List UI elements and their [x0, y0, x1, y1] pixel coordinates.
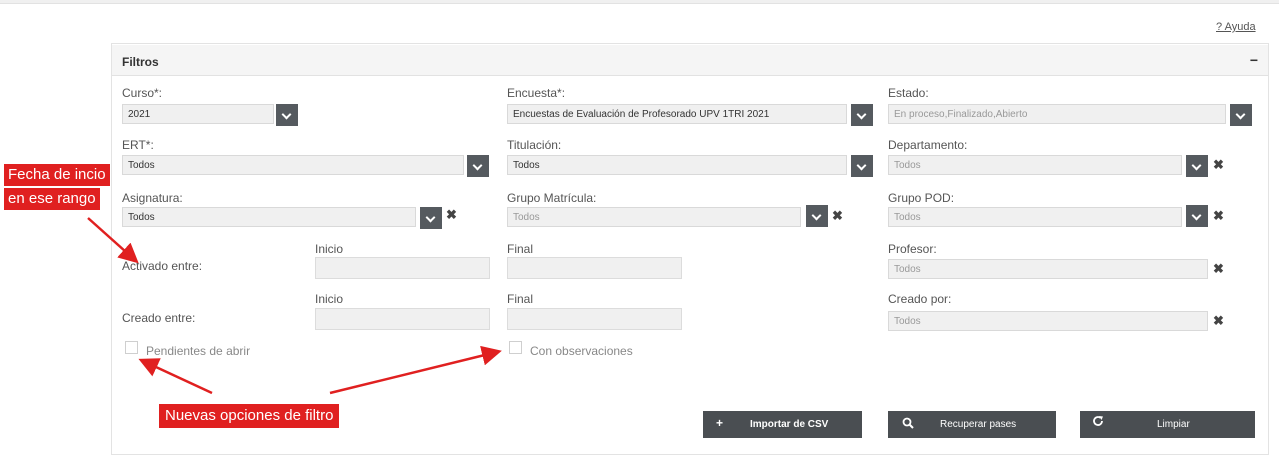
callout-fecha-line1: Fecha de incio [4, 164, 110, 186]
arrow-to-activado [87, 217, 139, 264]
arrow-to-pendientes [138, 358, 213, 395]
annotation-arrows [87, 217, 502, 395]
callout-nuevas-opciones: Nuevas opciones de filtro [159, 404, 340, 428]
arrow-to-observaciones [329, 345, 502, 395]
callout-fecha-line2: en ese rango [4, 188, 100, 210]
